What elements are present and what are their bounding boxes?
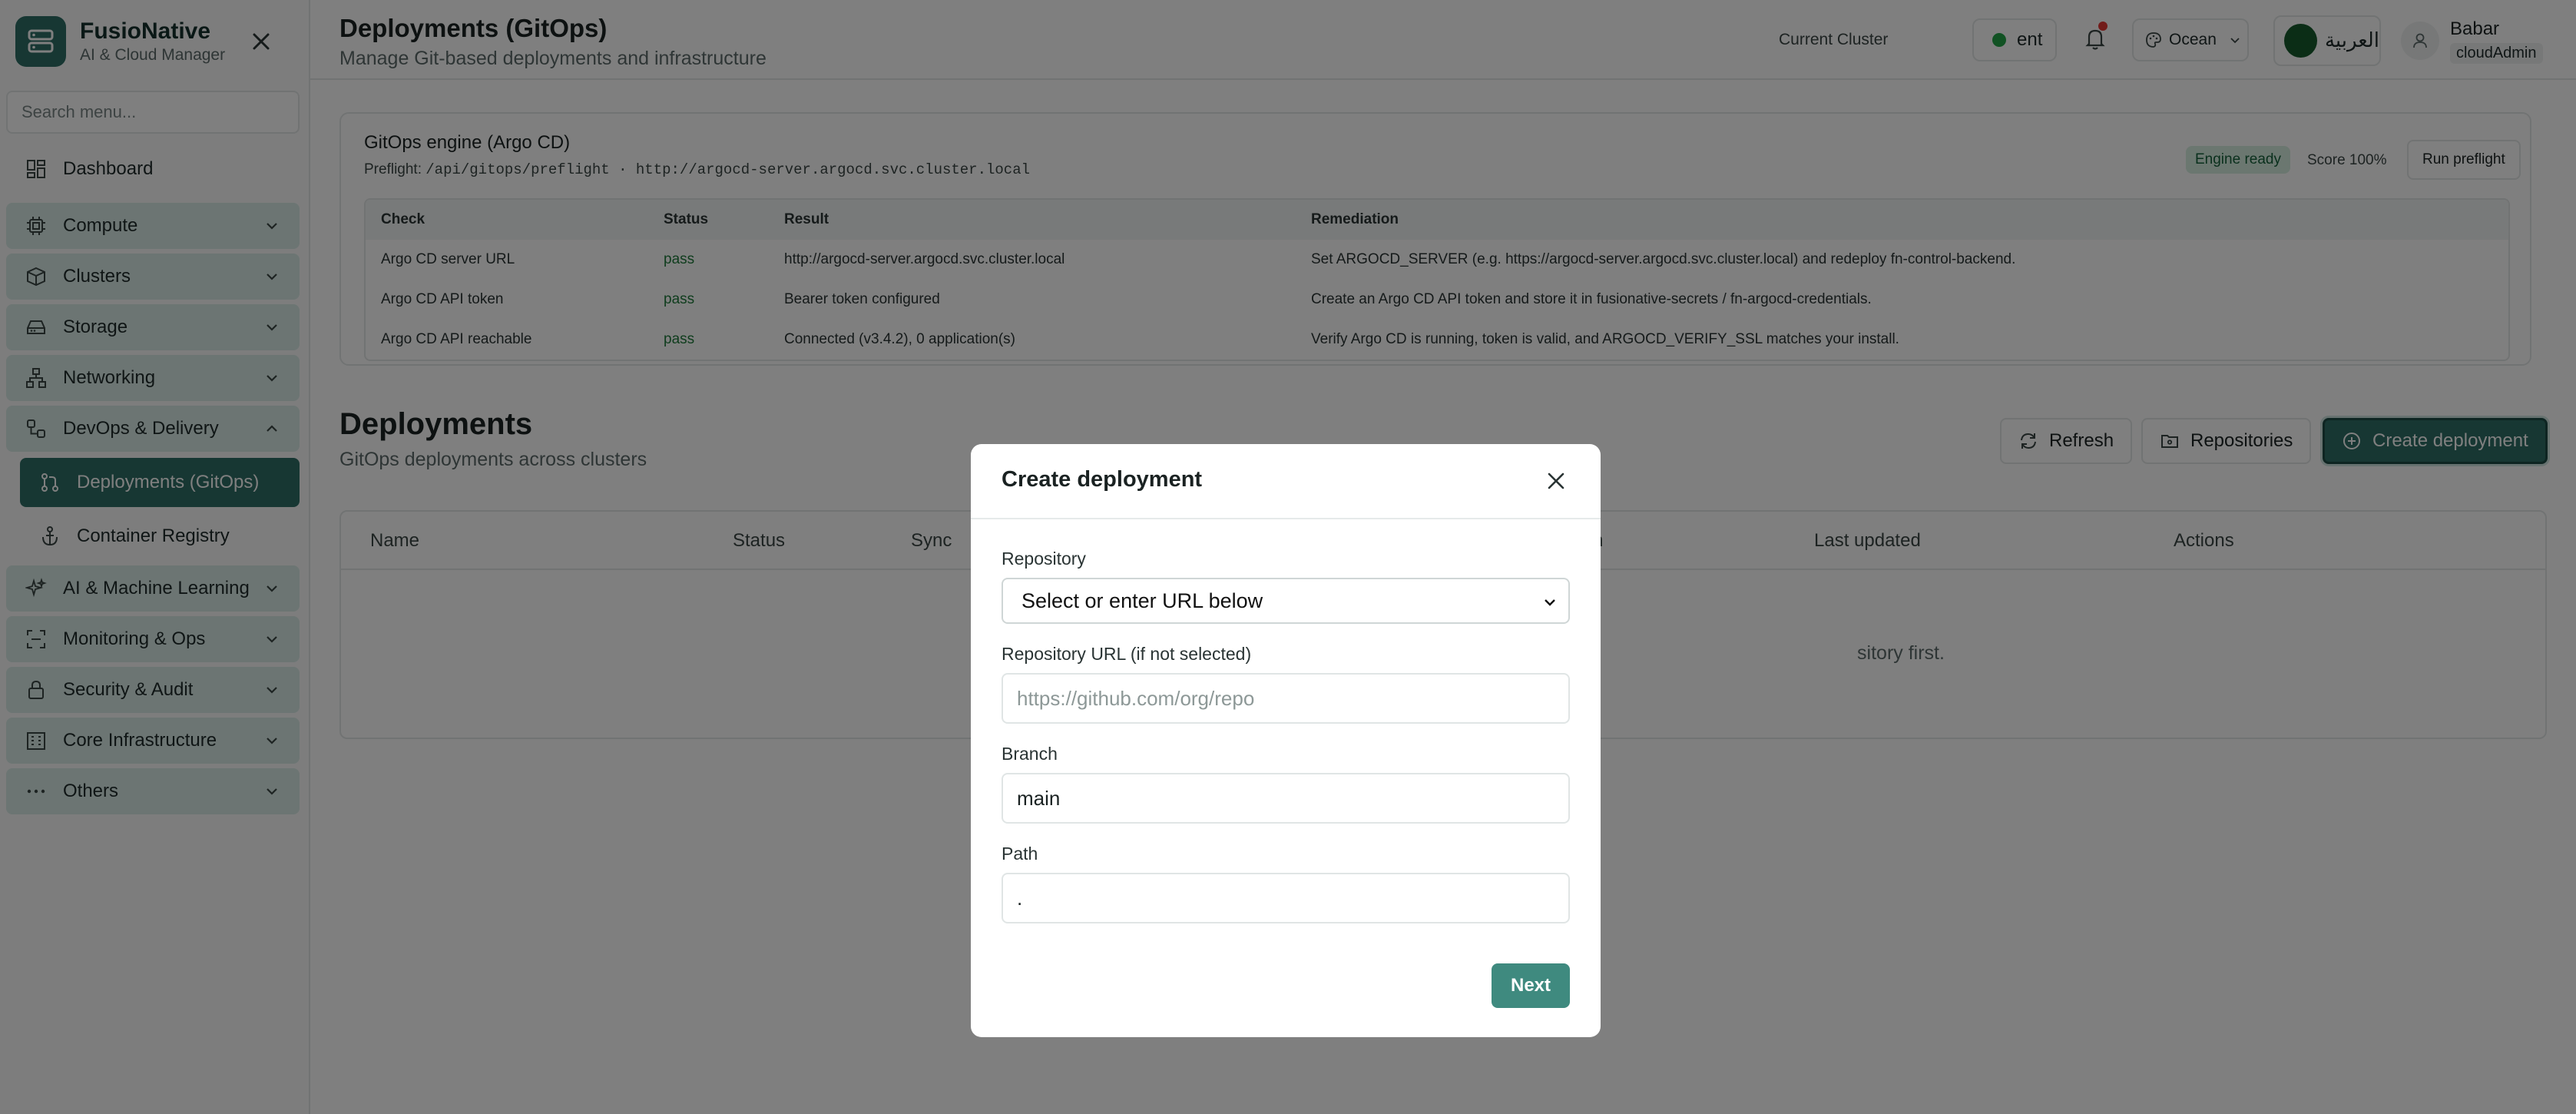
close-icon[interactable] <box>1542 467 1570 495</box>
branch-input[interactable] <box>1002 773 1570 824</box>
path-label: Path <box>1002 844 1038 864</box>
path-input[interactable] <box>1002 873 1570 923</box>
next-button[interactable]: Next <box>1492 963 1570 1008</box>
repository-url-input[interactable] <box>1002 673 1570 724</box>
create-deployment-dialog: Create deployment Repository Select or e… <box>971 444 1601 1037</box>
repository-url-label: Repository URL (if not selected) <box>1002 644 1252 664</box>
chevron-down-icon <box>1545 599 1555 606</box>
repository-select-value: Select or enter URL below <box>1021 588 1263 612</box>
branch-label: Branch <box>1002 744 1058 764</box>
repository-select[interactable]: Select or enter URL below <box>1002 578 1570 624</box>
dialog-header: Create deployment <box>971 444 1601 519</box>
dialog-title: Create deployment <box>1002 467 1203 492</box>
repository-label: Repository <box>1002 549 1086 569</box>
